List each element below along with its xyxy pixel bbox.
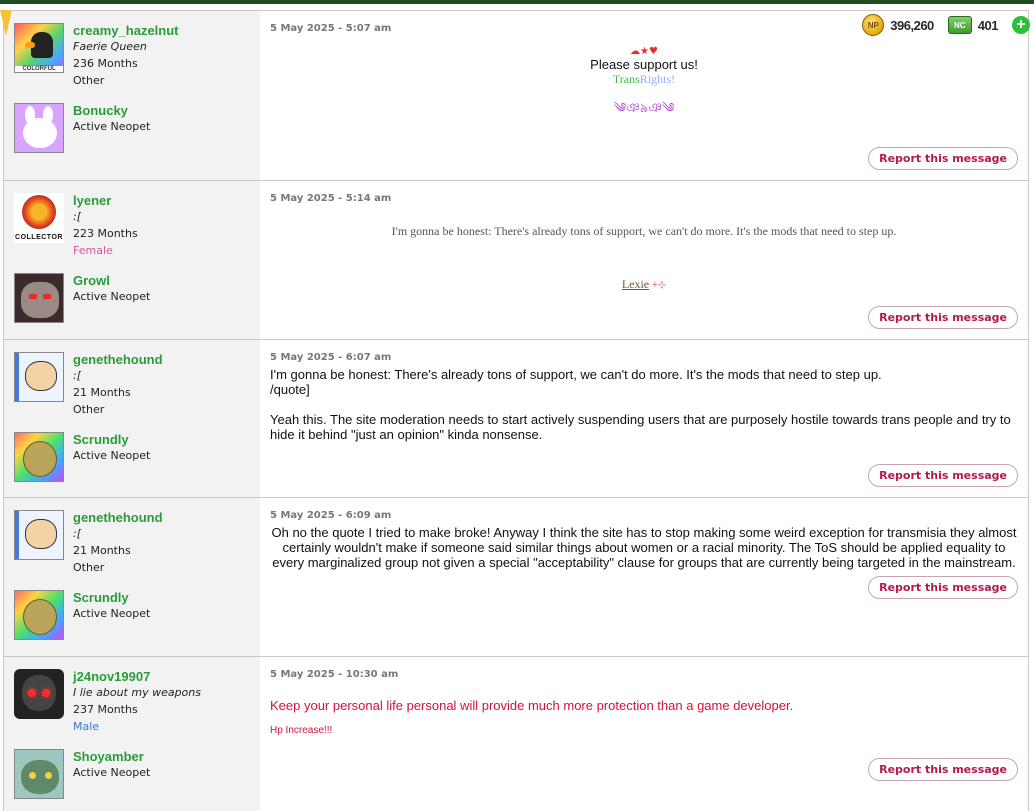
user-gender: Other [73, 403, 105, 416]
message-text: Oh no the quote I tried to make broke! A… [271, 525, 1017, 570]
account-age: 21 Months [73, 544, 131, 557]
pet-avatar[interactable] [14, 749, 64, 799]
user-title: :[ [73, 210, 81, 223]
signature-icons: ☁★♥ [630, 46, 658, 57]
user-avatar[interactable] [14, 510, 64, 560]
signature-link[interactable]: Lexie [622, 277, 649, 291]
sparkle-icon: +⊹ [652, 280, 667, 291]
username-link[interactable]: lyener [73, 193, 138, 208]
message-text: Keep your personal life personal will pr… [270, 698, 794, 713]
message-body: 5 May 2025 - 6:09 am Oh no the quote I t… [260, 498, 1028, 656]
post-date: 5 May 2025 - 6:09 am [270, 510, 392, 521]
user-title: I lie about my weapons [73, 686, 201, 699]
username-link[interactable]: j24nov19907 [73, 669, 201, 684]
post: genethehound :[ 21 Months Other Scrundly… [4, 340, 1028, 498]
support-text: Please support us! [590, 57, 698, 72]
user-title: :[ [73, 527, 81, 540]
user-title: :[ [73, 369, 81, 382]
post: COLLECTOR lyener :[ 223 Months Female Gr… [4, 181, 1028, 340]
message-body: 5 May 2025 - 10:30 am Keep your personal… [260, 657, 1028, 811]
user-gender: Other [73, 561, 105, 574]
post-date: 5 May 2025 - 6:07 am [270, 352, 392, 363]
neocash-amount[interactable]: 401 [978, 18, 999, 33]
report-button[interactable]: Report this message [868, 306, 1018, 329]
user-gender: Male [73, 720, 100, 733]
username-link[interactable]: genethehound [73, 510, 163, 525]
pet-avatar[interactable] [14, 273, 64, 323]
pet-avatar[interactable] [14, 103, 64, 153]
post: genethehound :[ 21 Months Other Scrundly… [4, 498, 1028, 657]
trans-text: Trans [612, 72, 640, 86]
post-date: 5 May 2025 - 5:14 am [270, 193, 392, 204]
pet-name-link[interactable]: Scrundly [73, 432, 150, 447]
author-panel: j24nov19907 I lie about my weapons 237 M… [4, 657, 260, 811]
quote-end-tag: /quote] [270, 382, 310, 397]
post: j24nov19907 I lie about my weapons 237 M… [4, 657, 1028, 811]
pet-status: Active Neopet [73, 290, 151, 303]
user-gender: Female [73, 244, 113, 257]
user-avatar[interactable] [14, 352, 64, 402]
quoted-text: I'm gonna be honest: There's already ton… [270, 367, 882, 382]
author-panel: genethehound :[ 21 Months Other Scrundly… [4, 498, 260, 656]
author-panel: COLLECTOR lyener :[ 223 Months Female Gr… [4, 181, 260, 339]
report-button[interactable]: Report this message [868, 576, 1018, 599]
pet-name-link[interactable]: Scrundly [73, 590, 150, 605]
top-nav-bar [0, 0, 1034, 4]
account-age: 21 Months [73, 386, 131, 399]
pet-name-link[interactable]: Growl [73, 273, 150, 288]
nc-cash-icon[interactable]: NC [947, 16, 972, 34]
message-text: I'm gonna be honest: There's already ton… [391, 224, 897, 238]
message-body: 5 May 2025 - 6:07 am I'm gonna be honest… [260, 340, 1028, 497]
add-currency-icon[interactable]: + [1012, 16, 1030, 34]
user-avatar[interactable]: COLORFUL [14, 23, 64, 73]
username-link[interactable]: creamy_hazelnut [73, 23, 179, 38]
pet-status: Active Neopet [73, 120, 151, 133]
message-body: 5 May 2025 - 5:14 am I'm gonna be honest… [260, 181, 1028, 339]
user-avatar[interactable] [14, 669, 64, 719]
account-age: 237 Months [73, 703, 138, 716]
username-link[interactable]: genethehound [73, 352, 163, 367]
pet-name-link[interactable]: Bonucky [73, 103, 150, 118]
message-thread: COLORFUL creamy_hazelnut Faerie Queen 23… [3, 10, 1029, 811]
neopoints-amount[interactable]: 396,260 [890, 18, 934, 33]
user-gender: Other [73, 74, 105, 87]
pet-avatar[interactable] [14, 432, 64, 482]
account-age: 223 Months [73, 227, 138, 240]
signature-text: Hp Increase!!! [270, 725, 333, 736]
message-text: Yeah this. The site moderation needs to … [270, 412, 1011, 442]
post-date: 5 May 2025 - 10:30 am [270, 669, 399, 680]
report-button[interactable]: Report this message [868, 758, 1018, 781]
author-panel: genethehound :[ 21 Months Other Scrundly… [4, 340, 260, 497]
pet-avatar[interactable] [14, 590, 64, 640]
currency-hud: NP 396,260 NC 401 + [858, 10, 1034, 40]
flourish-divider: ༄ঞ৯ঞ༄ [613, 101, 675, 116]
rights-text: Rights! [639, 72, 676, 86]
pet-status: Active Neopet [73, 449, 151, 462]
report-button[interactable]: Report this message [868, 147, 1018, 170]
report-button[interactable]: Report this message [868, 464, 1018, 487]
user-avatar[interactable]: COLLECTOR [14, 193, 64, 243]
account-age: 236 Months [73, 57, 138, 70]
pet-status: Active Neopet [73, 607, 151, 620]
pet-name-link[interactable]: Shoyamber [73, 749, 150, 764]
author-panel: COLORFUL creamy_hazelnut Faerie Queen 23… [4, 11, 260, 180]
pet-status: Active Neopet [73, 766, 151, 779]
user-title: Faerie Queen [73, 40, 147, 53]
np-coin-icon[interactable]: NP [862, 14, 885, 36]
